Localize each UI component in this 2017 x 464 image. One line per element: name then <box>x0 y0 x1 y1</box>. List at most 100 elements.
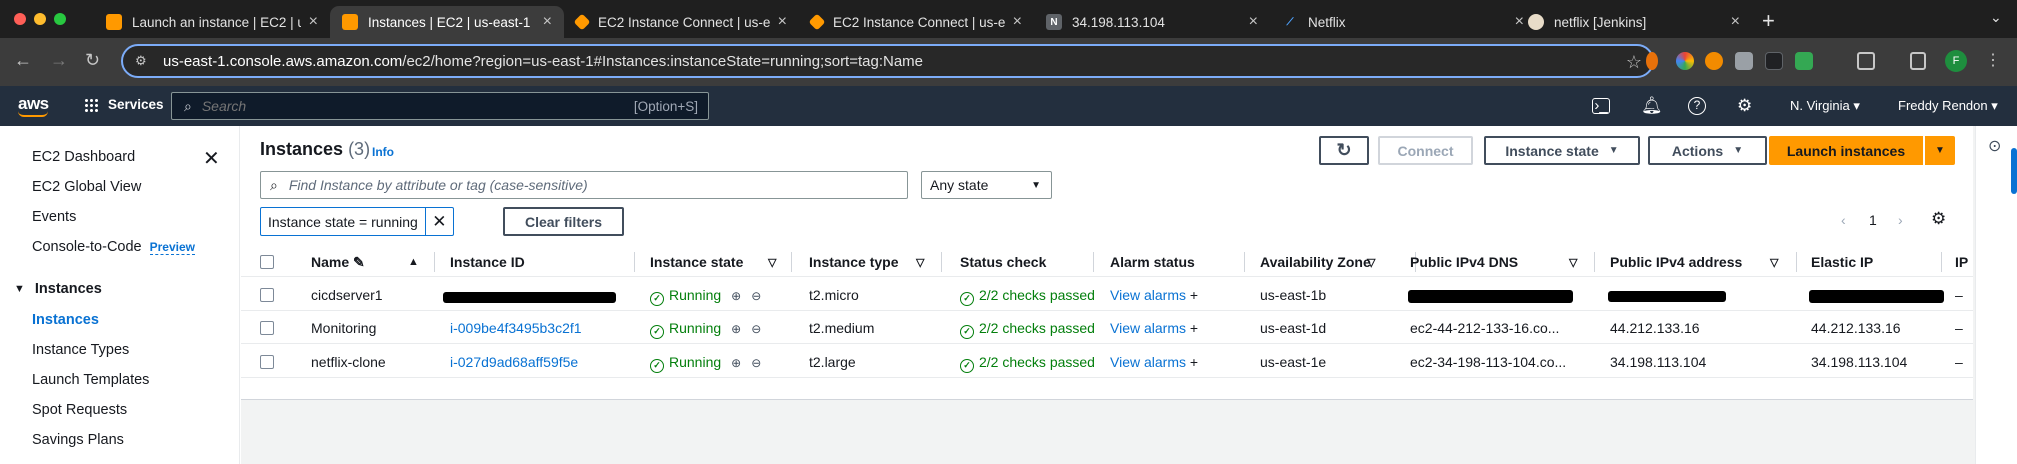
services-menu-button[interactable]: Services <box>84 97 164 112</box>
instance-name[interactable]: Monitoring <box>311 320 376 336</box>
scrollbar-thumb[interactable] <box>2011 148 2017 194</box>
sidebar-item-instance-types[interactable]: Instance Types <box>32 342 129 358</box>
sort-ascending-icon[interactable]: ▲ <box>408 256 419 268</box>
column-header-alarm-status[interactable]: Alarm status <box>1110 254 1195 270</box>
notifications-bell-icon[interactable]: 🔔︎ <box>1641 96 1663 116</box>
instance-name[interactable]: cicdserver1 <box>311 287 383 303</box>
zoom-in-icon[interactable]: ⊕ <box>731 356 741 370</box>
row-checkbox[interactable] <box>260 288 274 302</box>
extension-icon[interactable] <box>1795 52 1813 70</box>
sidebar-item-events[interactable]: Events <box>32 209 76 225</box>
add-alarm-icon[interactable]: + <box>1190 354 1198 370</box>
instance-filter-input[interactable]: ⌕ Find Instance by attribute or tag (cas… <box>260 171 908 199</box>
info-panel-icon[interactable]: ⊙ <box>1988 136 2001 156</box>
close-tab-icon[interactable]: × <box>309 13 318 31</box>
filter-caret-icon[interactable]: ▽ <box>768 256 776 269</box>
clear-filters-button[interactable]: Clear filters <box>503 207 624 236</box>
table-row[interactable]: Monitoring i-009be4f3495b3c2f1 ✓ Running ⊕… <box>241 311 1973 344</box>
extension-icon[interactable] <box>1646 52 1658 70</box>
region-selector[interactable]: N. Virginia ▾ <box>1790 98 1860 114</box>
column-header-instance-type[interactable]: Instance type <box>809 254 898 270</box>
row-checkbox[interactable] <box>260 355 274 369</box>
close-tab-icon[interactable]: × <box>543 13 552 31</box>
extension-icon[interactable] <box>1735 52 1753 70</box>
aws-search-input[interactable] <box>201 98 582 114</box>
instance-id-link[interactable]: i-009be4f3495b3c2f1 <box>450 320 582 336</box>
instance-state-button[interactable]: Instance state ▼ <box>1484 136 1640 165</box>
row-checkbox[interactable] <box>260 321 274 335</box>
tab-search-chevron-icon[interactable]: ⌄ <box>1990 9 2002 26</box>
page-number[interactable]: 1 <box>1869 212 1877 228</box>
zoom-in-icon[interactable]: ⊕ <box>731 322 741 336</box>
close-window-icon[interactable] <box>14 13 26 25</box>
zoom-out-icon[interactable]: ⊖ <box>751 289 761 303</box>
close-tab-icon[interactable]: × <box>778 13 787 31</box>
browser-tab[interactable]: Launch an instance | EC2 | us-e × <box>94 6 330 38</box>
extension-icon[interactable] <box>1676 52 1694 70</box>
site-settings-icon[interactable]: ⚙ <box>135 53 151 69</box>
preview-badge[interactable]: Preview <box>149 240 195 255</box>
aws-search-bar[interactable]: ⌕ [Option+S] <box>171 92 709 120</box>
account-menu[interactable]: Freddy Rendon ▾ <box>1898 98 1998 114</box>
launch-instances-button[interactable]: Launch instances <box>1769 136 1923 165</box>
filter-token-label[interactable]: Instance state = running <box>261 214 425 230</box>
address-bar[interactable]: ⚙ us-east-1.console.aws.amazon.com/ec2/h… <box>121 44 1654 78</box>
sidebar-item-ec2-dashboard[interactable]: EC2 Dashboard <box>32 149 135 165</box>
column-header-public-ipv4-address[interactable]: Public IPv4 address <box>1610 254 1742 270</box>
view-alarms-link[interactable]: View alarms + <box>1110 354 1198 370</box>
sidebar-item-spot-requests[interactable]: Spot Requests <box>32 402 127 418</box>
zoom-out-icon[interactable]: ⊖ <box>751 322 761 336</box>
add-alarm-icon[interactable]: + <box>1190 320 1198 336</box>
settings-gear-icon[interactable]: ⚙ <box>1737 96 1752 116</box>
add-alarm-icon[interactable]: + <box>1190 287 1198 303</box>
filter-caret-icon[interactable]: ▽ <box>1770 256 1778 269</box>
instance-id-link[interactable]: i-027d9ad68aff59f5e <box>450 354 578 370</box>
sidebar-item-launch-templates[interactable]: Launch Templates <box>32 372 149 388</box>
cloudshell-icon[interactable]: ›_ <box>1592 98 1610 114</box>
remove-filter-icon[interactable]: ✕ <box>424 208 453 235</box>
sidebar-item-console-to-code[interactable]: Console-to-Code Preview <box>32 239 195 255</box>
back-arrow-icon[interactable]: ← <box>14 50 32 71</box>
profile-avatar[interactable]: F <box>1945 50 1967 72</box>
refresh-button[interactable]: ↻ <box>1319 136 1369 165</box>
filter-caret-icon[interactable]: ▽ <box>1569 256 1577 269</box>
sidebar-item-ec2-global-view[interactable]: EC2 Global View <box>32 179 141 195</box>
browser-menu-icon[interactable]: ⋮ <box>1985 50 2001 70</box>
state-select[interactable]: Any state ▼ <box>921 171 1052 199</box>
actions-button[interactable]: Actions ▼ <box>1648 136 1767 165</box>
close-tab-icon[interactable]: × <box>1249 13 1258 31</box>
sidebar-item-savings-plans[interactable]: Savings Plans <box>32 432 124 448</box>
bookmark-star-icon[interactable]: ☆ <box>1626 52 1642 73</box>
column-header-instance-id[interactable]: Instance ID <box>450 254 525 270</box>
filter-caret-icon[interactable]: ▽ <box>1367 256 1375 269</box>
column-header-public-ipv4-dns[interactable]: Public IPv4 DNS <box>1410 254 1518 270</box>
browser-tab[interactable]: netflix [Jenkins] × <box>1516 6 1752 38</box>
side-panel-icon[interactable] <box>1910 52 1926 70</box>
column-header-name[interactable]: Name ✎ <box>311 254 365 271</box>
sidebar-item-instances[interactable]: Instances <box>32 312 99 328</box>
column-header-ip[interactable]: IP <box>1955 254 1968 270</box>
extension-icon[interactable] <box>1705 52 1723 70</box>
terminal-extension-icon[interactable] <box>1765 52 1783 70</box>
browser-tab[interactable]: EC2 Instance Connect | us-ea × <box>564 6 799 38</box>
view-alarms-link[interactable]: View alarms + <box>1110 287 1198 303</box>
edit-pencil-icon[interactable]: ✎ <box>353 254 365 270</box>
instance-name[interactable]: netflix-clone <box>311 354 386 370</box>
filter-caret-icon[interactable]: ▽ <box>916 256 924 269</box>
zoom-in-icon[interactable]: ⊕ <box>731 289 741 303</box>
column-header-elastic-ip[interactable]: Elastic IP <box>1811 254 1873 270</box>
close-tab-icon[interactable]: × <box>1013 13 1022 31</box>
new-tab-icon[interactable]: + <box>1762 8 1775 34</box>
connect-button[interactable]: Connect <box>1378 136 1473 165</box>
column-header-status-check[interactable]: Status check <box>960 254 1046 270</box>
zoom-out-icon[interactable]: ⊖ <box>751 356 761 370</box>
previous-page-icon[interactable]: ‹ <box>1841 212 1846 228</box>
browser-tab[interactable]: N 34.198.113.104 × <box>1034 6 1270 38</box>
close-tab-icon[interactable]: × <box>1731 13 1740 31</box>
info-link[interactable]: Info <box>372 145 394 159</box>
forward-arrow-icon[interactable]: → <box>50 50 68 71</box>
launch-dropdown-button[interactable]: ▼ <box>1925 136 1955 165</box>
column-header-instance-state[interactable]: Instance state <box>650 254 743 270</box>
reload-icon[interactable]: ↻ <box>85 50 100 71</box>
preferences-gear-icon[interactable]: ⚙ <box>1931 209 1946 229</box>
